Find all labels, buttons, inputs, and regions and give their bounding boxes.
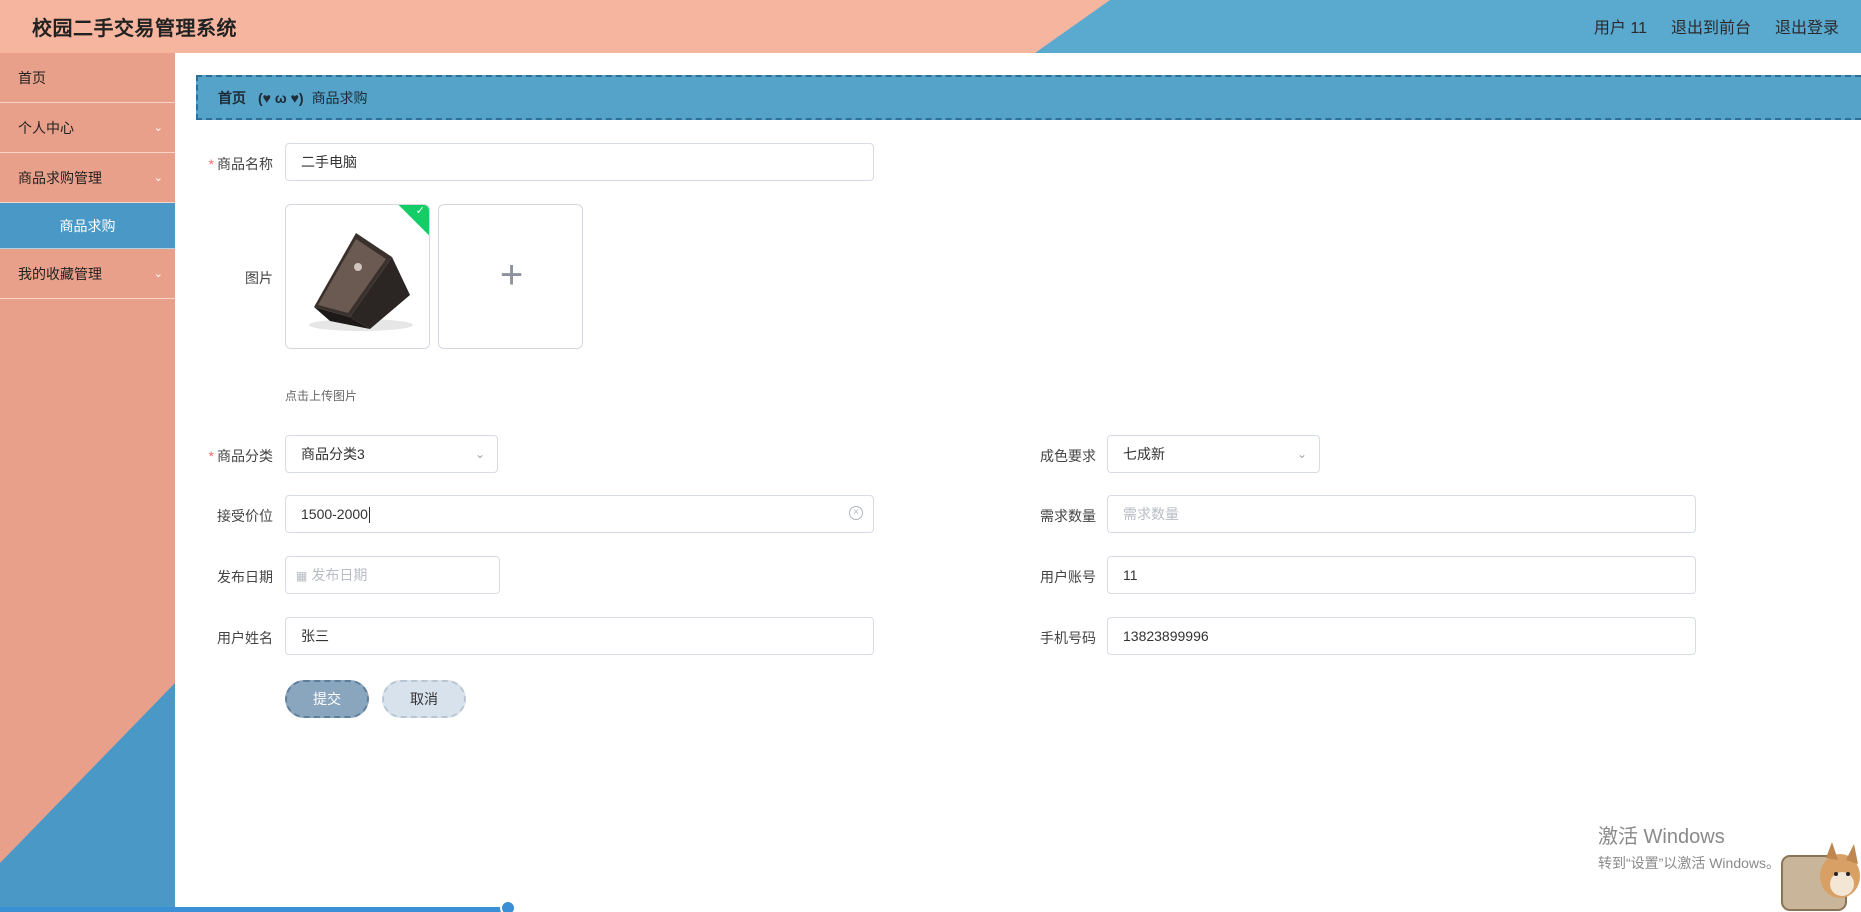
breadcrumb-separator: (♥ ω ♥) — [258, 89, 304, 106]
publish-date-label: 发布日期 — [217, 569, 273, 585]
sidebar-item-label: 我的收藏管理 — [18, 266, 102, 282]
clear-icon[interactable]: × — [849, 506, 863, 520]
account-input[interactable]: 11 — [1107, 556, 1696, 594]
sidebar-item-label: 个人中心 — [18, 120, 74, 136]
text-cursor — [368, 507, 370, 524]
user-name-input[interactable]: 张三 — [285, 617, 874, 655]
back-to-front-link[interactable]: 退出到前台 — [1671, 14, 1751, 38]
laptop-image — [286, 205, 429, 348]
required-mark: * — [208, 156, 214, 172]
quantity-input[interactable]: 需求数量 — [1107, 495, 1696, 533]
condition-label: 成色要求 — [1040, 448, 1096, 464]
sidebar: 首页 个人中心 ⌄ 商品求购管理 ⌄ 商品求购 我的收藏管理 ⌄ — [0, 53, 175, 912]
category-selected-value: 商品分类3 — [301, 446, 365, 462]
condition-select[interactable]: 七成新 ⌄ — [1107, 435, 1320, 473]
watermark-line1: 激活 Windows — [1598, 826, 1725, 848]
upload-image-button[interactable]: + — [438, 204, 583, 349]
price-value: 1500-2000 — [301, 506, 368, 522]
sidebar-item-label: 商品求购 — [59, 218, 116, 234]
condition-selected-value: 七成新 — [1123, 446, 1165, 462]
header-nav: 用户 11 退出到前台 退出登录 — [1594, 14, 1839, 38]
sidebar-item-label: 首页 — [18, 70, 46, 86]
header-decoration — [0, 0, 1110, 53]
product-name-label-text: 商品名称 — [217, 156, 273, 172]
account-label: 用户账号 — [1040, 569, 1096, 585]
sidebar-item-favorites-management[interactable]: 我的收藏管理 ⌄ — [0, 249, 175, 299]
publish-date-picker[interactable]: ▦ 发布日期 — [285, 556, 500, 594]
breadcrumb-current: 商品求购 — [311, 89, 368, 106]
image-label: 图片 — [245, 270, 273, 286]
breadcrumb: 首页 (♥ ω ♥) 商品求购 — [196, 75, 1861, 120]
product-name-input[interactable]: 二手电脑 — [285, 143, 874, 181]
chevron-down-icon: ⌄ — [153, 122, 163, 134]
price-input[interactable]: 1500-2000 × — [285, 495, 874, 533]
product-name-label: * 商品名称 — [193, 154, 273, 174]
category-select[interactable]: 商品分类3 ⌄ — [285, 435, 498, 473]
sidebar-item-purchase-management[interactable]: 商品求购管理 ⌄ — [0, 153, 175, 203]
category-label-text: 商品分类 — [217, 448, 273, 464]
price-label: 接受价位 — [217, 508, 273, 524]
app-title: 校园二手交易管理系统 — [32, 18, 237, 40]
chevron-down-icon: ⌄ — [153, 268, 163, 280]
user-name-label: 用户姓名 — [217, 630, 273, 646]
logout-link[interactable]: 退出登录 — [1775, 14, 1839, 38]
category-label: * 商品分类 — [193, 446, 273, 466]
chevron-down-icon: ⌄ — [1296, 447, 1307, 461]
mascot-dog-image — [1781, 842, 1860, 911]
phone-input[interactable]: 13823899996 — [1107, 617, 1696, 655]
quantity-label: 需求数量 — [1040, 508, 1096, 524]
chevron-down-icon: ⌄ — [474, 447, 485, 461]
top-header: 校园二手交易管理系统 用户 11 退出到前台 退出登录 — [0, 0, 1861, 53]
current-user-link[interactable]: 用户 11 — [1594, 14, 1647, 38]
phone-label: 手机号码 — [1040, 630, 1096, 646]
uploaded-image[interactable]: ✓ — [285, 204, 430, 349]
chevron-down-icon: ⌄ — [153, 172, 163, 184]
calendar-icon: ▦ — [296, 569, 308, 583]
windows-activation-watermark: 激活 Windows 转到“设置”以激活 Windows。 — [1598, 820, 1780, 873]
required-mark: * — [208, 448, 214, 464]
cancel-button[interactable]: 取消 — [382, 680, 466, 718]
bottom-progress-bar — [0, 907, 510, 912]
progress-handle[interactable] — [500, 900, 516, 912]
submit-button[interactable]: 提交 — [285, 680, 369, 718]
sidebar-item-purchase[interactable]: 商品求购 — [0, 203, 175, 249]
watermark-line2: 转到“设置”以激活 Windows。 — [1598, 855, 1781, 871]
check-icon: ✓ — [415, 204, 425, 217]
sidebar-item-label: 商品求购管理 — [18, 170, 102, 186]
sidebar-item-personal-center[interactable]: 个人中心 ⌄ — [0, 103, 175, 153]
upload-hint: 点击上传图片 — [285, 389, 358, 403]
breadcrumb-home[interactable]: 首页 — [218, 88, 246, 108]
sidebar-item-home[interactable]: 首页 — [0, 53, 175, 103]
publish-date-placeholder: 发布日期 — [311, 567, 368, 583]
plus-icon: + — [499, 253, 524, 297]
